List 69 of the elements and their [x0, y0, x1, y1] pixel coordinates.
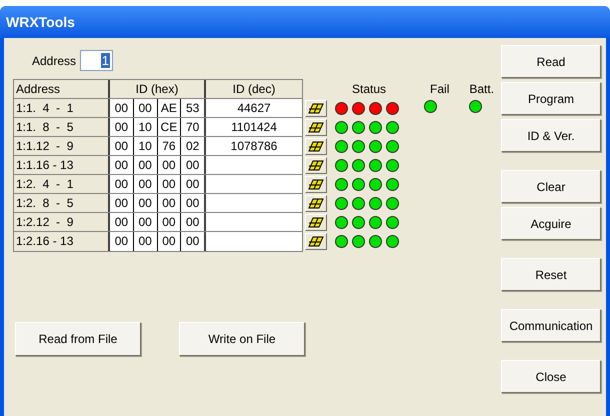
hex-cell: 00 [158, 232, 182, 251]
hex-cell: 00 [110, 194, 134, 212]
hex-cell: 00 [110, 213, 134, 231]
hex-cell: 00 [158, 194, 182, 212]
eraser-icon [308, 141, 324, 152]
hex-cell: 00 [158, 175, 182, 193]
address-field[interactable]: 1 [80, 50, 114, 71]
window-title: WRXTools [6, 12, 75, 32]
batt-header: Batt. [469, 81, 494, 98]
hex-cell: 00 [134, 213, 158, 231]
eraser-button[interactable] [305, 233, 327, 250]
hex-cell: 00 [110, 156, 134, 174]
hex-cell: 00 [134, 232, 158, 251]
action-button[interactable]: Communication [501, 309, 601, 342]
hex-cell-text: 00 [184, 214, 200, 231]
hex-cell-text: 70 [184, 119, 200, 136]
hex-cell-text: 02 [184, 138, 200, 155]
eraser-button[interactable] [305, 100, 327, 117]
hex-cell-text: 53 [184, 100, 200, 117]
hex-cell: 00 [134, 194, 158, 212]
eraser-icon [308, 236, 324, 247]
eraser-button[interactable] [305, 138, 327, 155]
status-header: Status [352, 81, 386, 98]
eraser-button[interactable] [305, 176, 327, 193]
hex-cell: 00 [110, 175, 134, 193]
hex-cell: 00 [110, 118, 134, 136]
hex-cell: 10 [134, 137, 158, 155]
eraser-icon [308, 160, 324, 171]
eraser-button[interactable] [305, 195, 327, 212]
hex-cell: CE [158, 118, 182, 136]
eraser-icon [308, 103, 324, 114]
column-header: ID (dec) [232, 81, 276, 98]
hex-cell: 00 [134, 99, 158, 117]
address-label: Address [32, 52, 76, 70]
hex-cell: 00 [110, 232, 134, 251]
dec-cell: 44627 [206, 99, 302, 117]
hex-cell-text: 00 [184, 233, 200, 250]
hex-cell: 00 [134, 175, 158, 193]
eraser-icon [308, 122, 324, 133]
hex-cell: 10 [134, 118, 158, 136]
hex-cell: AE [158, 99, 182, 117]
action-button[interactable]: Acguire [501, 207, 601, 240]
dec-cell: 1101424 [206, 118, 302, 136]
action-button[interactable]: Clear [501, 170, 601, 203]
action-button[interactable]: Program [501, 82, 601, 115]
hex-cell: 00 [158, 156, 182, 174]
dec-cell: 1078786 [206, 137, 302, 155]
action-button[interactable]: Reset [501, 258, 601, 291]
hex-cell: 00 [158, 213, 182, 231]
hex-cell-text: 00 [184, 157, 200, 174]
eraser-icon [308, 198, 324, 209]
file-button[interactable]: Read from File [15, 322, 141, 356]
eraser-button[interactable] [305, 119, 327, 136]
hex-cell: 76 [158, 137, 182, 155]
action-button[interactable]: Close [501, 360, 601, 393]
eraser-button[interactable] [305, 157, 327, 174]
hex-cell: 00 [110, 137, 134, 155]
hex-cell: 00 [110, 99, 134, 117]
hex-cell: 00 [134, 156, 158, 174]
eraser-icon [308, 217, 324, 228]
hex-cell-text: 00 [184, 176, 200, 193]
action-button[interactable]: ID & Ver. [501, 119, 601, 152]
eraser-icon [308, 179, 324, 190]
fail-header: Fail [430, 81, 450, 98]
eraser-button[interactable] [305, 214, 327, 231]
file-button[interactable]: Write on File [179, 322, 305, 356]
column-header: Address [14, 80, 110, 98]
hex-cell-text: 00 [184, 195, 200, 212]
action-button[interactable]: Read [501, 45, 601, 78]
